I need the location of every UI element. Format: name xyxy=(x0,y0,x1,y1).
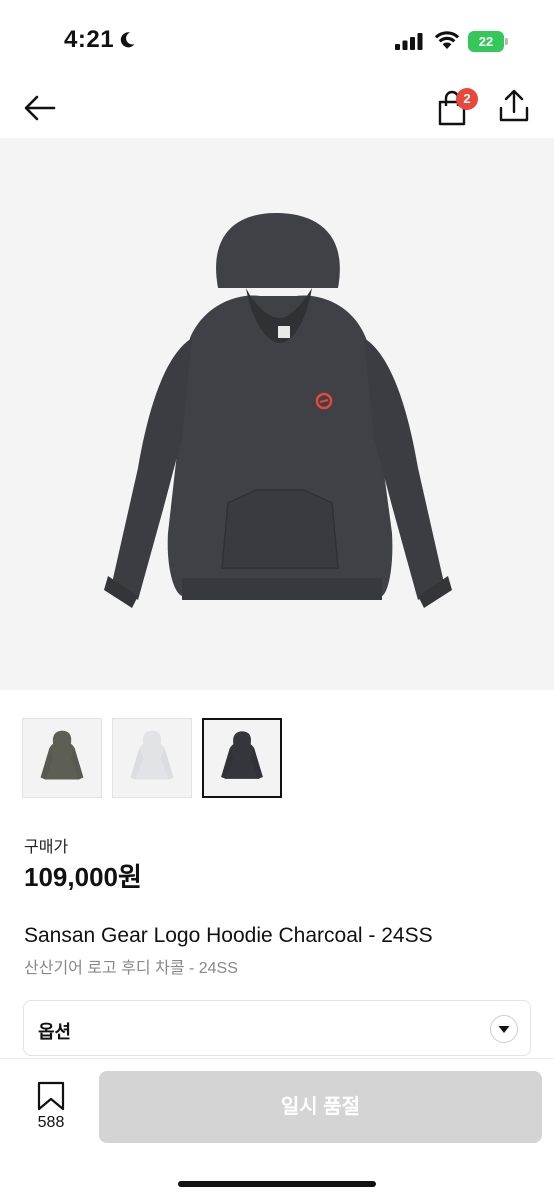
option-label: 옵션 xyxy=(38,1022,72,1042)
cellular-signal-icon xyxy=(395,33,423,50)
thumbnail-gray[interactable] xyxy=(112,718,192,798)
cart-button[interactable]: 2 xyxy=(434,86,478,130)
bookmark-button[interactable]: 588 xyxy=(30,1081,72,1137)
back-arrow-icon xyxy=(24,95,56,121)
home-indicator xyxy=(178,1181,376,1187)
product-image[interactable] xyxy=(0,138,554,690)
product-title: Sansan Gear Logo Hoodie Charcoal - 24SS xyxy=(24,924,433,947)
share-button[interactable] xyxy=(496,86,532,126)
option-dropdown-button[interactable] xyxy=(490,1015,518,1043)
cart-count-badge: 2 xyxy=(456,88,478,110)
thumbnail-olive[interactable] xyxy=(22,718,102,798)
hoodie-thumbnail xyxy=(221,731,263,779)
battery-tip xyxy=(505,38,508,45)
status-time: 4:21 xyxy=(64,26,115,53)
moon-icon xyxy=(120,32,135,48)
share-icon xyxy=(499,89,529,122)
wifi-icon xyxy=(434,31,460,49)
hoodie-image xyxy=(104,213,452,608)
bookmark-icon xyxy=(37,1081,65,1111)
option-selector[interactable]: 옵션 xyxy=(23,1000,531,1056)
product-subtitle: 산산기어 로고 후디 차콜 - 24SS xyxy=(24,960,238,977)
thumbnail-strip xyxy=(22,718,542,800)
price-value: 109,000원 xyxy=(24,862,142,892)
battery-level: 22 xyxy=(478,34,494,49)
price-label: 구매가 xyxy=(24,839,69,856)
thumbnail-charcoal[interactable] xyxy=(202,718,282,798)
hoodie-thumbnail xyxy=(40,730,84,780)
caret-down-icon xyxy=(498,1026,510,1033)
sold-out-button[interactable]: 일시 품절 xyxy=(99,1071,542,1143)
status-bar: 4:21 22 xyxy=(0,0,554,80)
bookmark-count: 588 xyxy=(37,1114,65,1131)
back-button[interactable] xyxy=(20,90,60,126)
top-nav: 2 xyxy=(0,80,554,136)
bottom-action-bar: 588 일시 품절 xyxy=(0,1058,554,1200)
hoodie-thumbnail xyxy=(130,730,174,780)
battery-indicator: 22 xyxy=(468,31,508,52)
